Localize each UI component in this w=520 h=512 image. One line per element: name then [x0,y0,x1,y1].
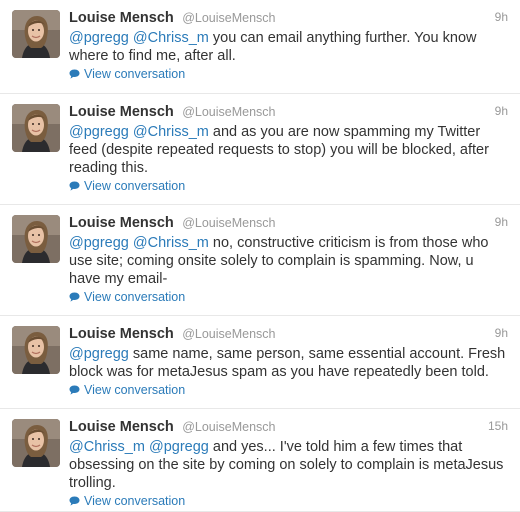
tweet-username[interactable]: @LouiseMensch [182,216,275,230]
mention-link[interactable]: @pgregg [69,124,129,140]
tweet-text: @pgregg @Chriss_m no, constructive criti… [69,234,510,288]
mention-link[interactable]: @Chriss_m [133,235,209,251]
tweet-username[interactable]: @LouiseMensch [182,105,275,119]
view-conversation-label: View conversation [84,179,186,193]
view-conversation-link[interactable]: View conversation [69,494,510,508]
tweet-text: @pgregg same name, same person, same ess… [69,345,510,381]
avatar[interactable] [12,104,60,152]
tweet-text: @Chriss_m @pgregg and yes... I've told h… [69,438,510,492]
tweet-timestamp[interactable]: 9h [495,104,508,118]
mention-link[interactable]: @Chriss_m [133,124,209,140]
tweet-username[interactable]: @LouiseMensch [182,327,275,341]
view-conversation-link[interactable]: View conversation [69,383,510,397]
mention-link[interactable]: @pgregg [149,439,209,455]
tweet-fullname[interactable]: Louise Mensch [69,215,174,231]
mention-link[interactable]: @pgregg [69,346,129,362]
tweet-timestamp[interactable]: 15h [488,419,508,433]
mention-link[interactable]: @pgregg [69,235,129,251]
tweet-timestamp[interactable]: 9h [495,326,508,340]
tweet-body: same name, same person, same essential a… [69,346,506,380]
tweet-fullname[interactable]: Louise Mensch [69,326,174,342]
view-conversation-link[interactable]: View conversation [69,67,510,81]
tweet-fullname[interactable]: Louise Mensch [69,10,174,26]
view-conversation-label: View conversation [84,383,186,397]
tweet[interactable]: Louise Mensch @LouiseMensch 9h @pgregg s… [0,316,520,409]
tweet-fullname[interactable]: Louise Mensch [69,104,174,120]
avatar[interactable] [12,326,60,374]
tweet-text: @pgregg @Chriss_m you can email anything… [69,29,510,65]
tweet-text: @pgregg @Chriss_m and as you are now spa… [69,123,510,177]
tweet[interactable]: Louise Mensch @LouiseMensch 9h @pgregg @… [0,0,520,94]
view-conversation-label: View conversation [84,67,186,81]
mention-link[interactable]: @Chriss_m [133,30,209,46]
tweet-username[interactable]: @LouiseMensch [182,420,275,434]
tweet-timestamp[interactable]: 9h [495,215,508,229]
speech-bubble-icon [69,496,80,506]
tweet-body: you can email anything further. You know… [69,30,477,64]
tweet-username[interactable]: @LouiseMensch [182,11,275,25]
tweet-timeline: Louise Mensch @LouiseMensch 9h @pgregg @… [0,0,520,512]
avatar[interactable] [12,215,60,263]
speech-bubble-icon [69,69,80,79]
tweet[interactable]: Louise Mensch @LouiseMensch 9h @pgregg @… [0,205,520,316]
view-conversation-link[interactable]: View conversation [69,179,510,193]
mention-link[interactable]: @pgregg [69,30,129,46]
tweet-fullname[interactable]: Louise Mensch [69,419,174,435]
avatar[interactable] [12,419,60,467]
view-conversation-link[interactable]: View conversation [69,290,510,304]
tweet-timestamp[interactable]: 9h [495,10,508,24]
tweet[interactable]: Louise Mensch @LouiseMensch 9h @pgregg @… [0,94,520,205]
view-conversation-label: View conversation [84,494,186,508]
mention-link[interactable]: @Chriss_m [69,439,145,455]
speech-bubble-icon [69,181,80,191]
avatar[interactable] [12,10,60,58]
speech-bubble-icon [69,385,80,395]
tweet[interactable]: Louise Mensch @LouiseMensch 15h @Chriss_… [0,409,520,512]
speech-bubble-icon [69,292,80,302]
view-conversation-label: View conversation [84,290,186,304]
